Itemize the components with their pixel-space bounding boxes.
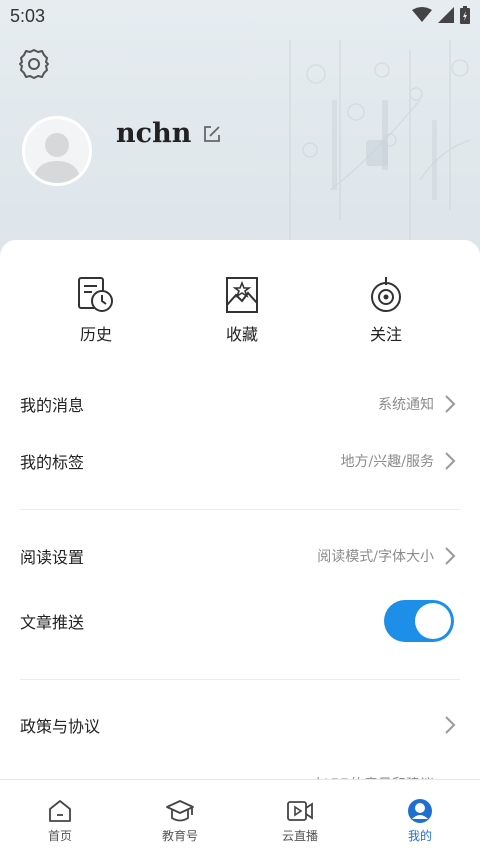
settings-button[interactable]	[16, 46, 52, 82]
row-value: 阅读模式/字体大小	[317, 549, 434, 565]
history-label: 历史	[79, 325, 112, 344]
tab-home[interactable]: 首页	[0, 780, 120, 853]
history-icon	[78, 277, 113, 312]
row-title: 政策与协议	[20, 717, 101, 736]
default-avatar-icon	[33, 133, 81, 183]
follow-button[interactable]: 关注	[336, 275, 436, 345]
chevron-right-icon	[445, 716, 456, 734]
home-icon	[49, 800, 71, 822]
row-title: 我的消息	[20, 396, 85, 415]
article-push-row: 文章推送	[0, 593, 480, 649]
tab-education[interactable]: 教育号	[120, 780, 240, 853]
tab-label: 教育号	[161, 829, 198, 843]
reading-settings-row[interactable]: 阅读设置 阅读模式/字体大小	[0, 528, 480, 584]
status-bar: 5:03	[0, 0, 480, 34]
cellular-signal-icon	[438, 7, 454, 23]
my-tags-row[interactable]: 我的标签 地方/兴趣/服务	[0, 433, 480, 489]
tab-live[interactable]: 云直播	[240, 780, 360, 853]
favorites-label: 收藏	[225, 325, 258, 344]
article-push-toggle[interactable]	[384, 600, 454, 642]
chevron-right-icon	[445, 547, 456, 565]
chevron-right-icon	[445, 395, 456, 413]
row-title: 我的标签	[20, 453, 85, 472]
my-messages-row[interactable]: 我的消息 系统通知	[0, 376, 480, 432]
status-time: 5:03	[10, 6, 46, 26]
follow-icon	[371, 277, 401, 312]
bookmark-star-icon	[226, 277, 258, 313]
tab-mine[interactable]: 我的	[360, 780, 480, 853]
toggle-knob	[415, 603, 451, 639]
live-video-icon	[287, 801, 313, 821]
policy-row[interactable]: 政策与协议	[0, 697, 480, 753]
row-title: 阅读设置	[20, 548, 85, 567]
username: nchn	[116, 118, 192, 149]
gear-icon	[19, 49, 49, 79]
chevron-right-icon	[445, 452, 456, 470]
wifi-icon	[412, 7, 432, 22]
edit-profile-button[interactable]	[202, 124, 222, 144]
favorites-button[interactable]: 收藏	[192, 275, 292, 345]
section-divider	[20, 509, 460, 510]
profile-icon	[408, 799, 432, 823]
calligraphy-decoration	[289, 40, 471, 240]
follow-label: 关注	[369, 325, 402, 344]
battery-icon	[460, 6, 470, 24]
graduation-cap-icon	[166, 800, 194, 822]
avatar[interactable]	[22, 116, 92, 186]
row-title: 文章推送	[20, 613, 85, 632]
tab-label: 首页	[47, 829, 72, 843]
section-divider	[20, 679, 460, 680]
tab-label: 我的	[407, 829, 432, 843]
edit-icon	[204, 126, 220, 142]
row-value: 地方/兴趣/服务	[340, 454, 434, 470]
history-button[interactable]: 历史	[46, 275, 146, 345]
tab-label: 云直播	[281, 829, 318, 843]
bottom-tab-bar: 首页 教育号 云直播 我的	[0, 779, 480, 853]
row-value: 系统通知	[378, 397, 434, 413]
